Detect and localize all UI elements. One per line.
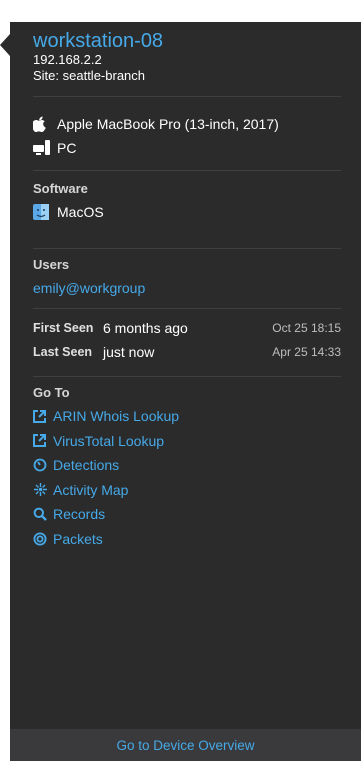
device-hardware-section: Apple MacBook Pro (13-inch, 2017) PC — [33, 112, 341, 160]
divider — [33, 376, 341, 377]
target-icon — [33, 532, 53, 546]
users-section: Users emily@workgroup — [33, 254, 341, 300]
goto-virustotal-label[interactable]: VirusTotal Lookup — [53, 433, 164, 449]
panel-pointer — [0, 34, 10, 56]
last-seen-row: Last Seen just now Apr 25 14:33 — [33, 340, 341, 364]
goto-activity-map[interactable]: Activity Map — [33, 478, 341, 503]
footer-bar: Go to Device Overview — [10, 729, 361, 761]
goto-records-label[interactable]: Records — [53, 506, 105, 522]
software-os: MacOS — [57, 204, 104, 220]
go-to-device-overview-link[interactable]: Go to Device Overview — [116, 738, 254, 753]
goto-detections[interactable]: Detections — [33, 453, 341, 478]
external-link-icon — [33, 409, 53, 423]
device-ip: 192.168.2.2 — [33, 52, 102, 67]
device-hostname-link[interactable]: workstation-08 — [33, 30, 341, 52]
last-seen-time: Apr 25 14:33 — [272, 345, 341, 359]
macos-finder-icon — [33, 204, 57, 220]
divider — [33, 308, 341, 309]
divider — [33, 170, 341, 171]
device-model: Apple MacBook Pro (13-inch, 2017) — [57, 116, 279, 132]
divider — [33, 248, 341, 249]
device-type-row: PC — [33, 136, 341, 160]
gauge-icon — [33, 458, 53, 472]
goto-section: Go To ARIN Whois Lookup VirusTotal Looku… — [33, 382, 341, 551]
goto-arin-whois[interactable]: ARIN Whois Lookup — [33, 404, 341, 429]
device-model-row: Apple MacBook Pro (13-inch, 2017) — [33, 112, 341, 136]
last-seen-value: just now — [103, 344, 155, 360]
users-title: Users — [33, 257, 70, 272]
goto-title: Go To — [33, 385, 70, 400]
desktop-pc-icon — [33, 140, 57, 156]
software-os-row: MacOS — [33, 200, 341, 224]
software-section: Software MacOS — [33, 178, 341, 224]
first-seen-row: First Seen 6 months ago Oct 25 18:15 — [33, 316, 341, 340]
seen-section: First Seen 6 months ago Oct 25 18:15 Las… — [33, 316, 341, 364]
first-seen-label: First Seen — [33, 321, 94, 335]
goto-arin-whois-label[interactable]: ARIN Whois Lookup — [53, 408, 179, 424]
device-site: Site: seattle-branch — [33, 68, 146, 83]
software-title: Software — [33, 181, 88, 196]
activity-map-icon — [33, 482, 53, 497]
goto-detections-label[interactable]: Detections — [53, 457, 119, 473]
goto-activity-map-label[interactable]: Activity Map — [53, 482, 128, 498]
apple-icon — [33, 116, 57, 132]
divider — [33, 96, 341, 97]
last-seen-label: Last Seen — [33, 345, 93, 359]
first-seen-value: 6 months ago — [103, 320, 188, 336]
goto-packets[interactable]: Packets — [33, 527, 341, 552]
device-header: workstation-08 192.168.2.2 Site: seattle… — [33, 30, 341, 84]
goto-records[interactable]: Records — [33, 502, 341, 527]
first-seen-time: Oct 25 18:15 — [272, 321, 341, 335]
device-type: PC — [57, 140, 77, 156]
device-detail-panel: workstation-08 192.168.2.2 Site: seattle… — [0, 22, 361, 761]
search-icon — [33, 507, 53, 522]
user-link[interactable]: emily@workgroup — [33, 280, 145, 296]
goto-virustotal[interactable]: VirusTotal Lookup — [33, 429, 341, 454]
goto-packets-label[interactable]: Packets — [53, 531, 103, 547]
external-link-icon — [33, 434, 53, 448]
user-row: emily@workgroup — [33, 276, 341, 300]
